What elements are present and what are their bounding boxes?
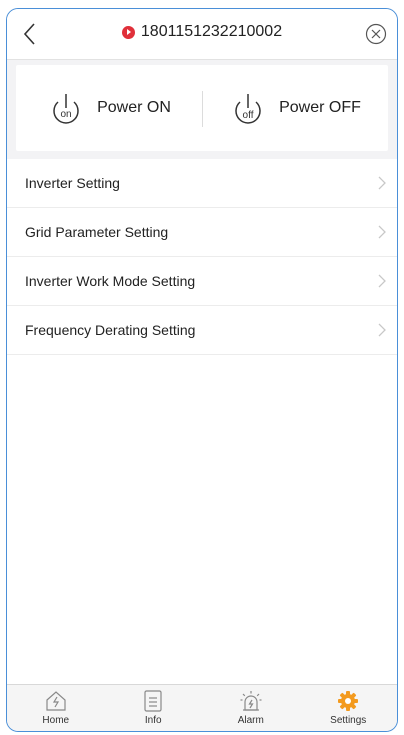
back-arrow-icon[interactable] [19,21,43,47]
header-bar: 1801151232210002 [7,9,397,60]
alarm-icon [240,691,262,711]
power-off-label: Power OFF [279,99,361,116]
setting-item-grid-parameter[interactable]: Grid Parameter Setting [7,208,397,257]
page-title: 1801151232210002 [7,23,397,41]
device-id: 1801151232210002 [140,23,283,40]
chevron-right-icon [378,274,386,288]
power-on-icon-text: on [61,109,72,120]
setting-item-label: Frequency Derating Setting [25,322,196,338]
chevron-right-icon [378,323,386,337]
gear-icon [338,691,359,711]
power-off-icon-text: off [243,110,254,121]
tab-alarm[interactable]: Alarm [202,685,300,731]
tab-home[interactable]: Home [7,685,105,731]
bottom-tab-bar: Home Info Alarm Settings [7,684,397,731]
home-icon [46,691,66,711]
power-on-label: Power ON [97,99,171,116]
power-control-card: on Power ON off Power OFF [16,65,388,151]
setting-item-label: Grid Parameter Setting [25,224,169,240]
tab-settings[interactable]: Settings [300,685,398,731]
info-icon [144,690,162,712]
tab-info-label: Info [144,715,162,726]
setting-item-work-mode[interactable]: Inverter Work Mode Setting [7,257,397,306]
power-off-button[interactable]: off Power OFF [202,65,388,151]
power-on-button[interactable]: on Power ON [16,65,202,151]
setting-item-inverter[interactable]: Inverter Setting [7,159,397,208]
close-icon[interactable] [365,23,387,45]
power-off-icon: off [235,94,261,124]
settings-list: Inverter Setting Grid Parameter Setting … [7,159,397,355]
chevron-right-icon [378,176,386,190]
tab-alarm-label: Alarm [237,715,264,726]
alert-status-icon [121,25,135,39]
content-blank-area [7,355,397,689]
tab-settings-label: Settings [330,715,367,726]
setting-item-label: Inverter Setting [25,175,120,191]
chevron-right-icon [378,225,386,239]
tab-info[interactable]: Info [105,685,203,731]
app-frame: 1801151232210002 on Power ON off Power O… [6,8,398,732]
power-on-icon: on [53,94,79,124]
setting-item-frequency-derating[interactable]: Frequency Derating Setting [7,306,397,355]
tab-home-label: Home [42,715,70,726]
setting-item-label: Inverter Work Mode Setting [25,273,196,289]
